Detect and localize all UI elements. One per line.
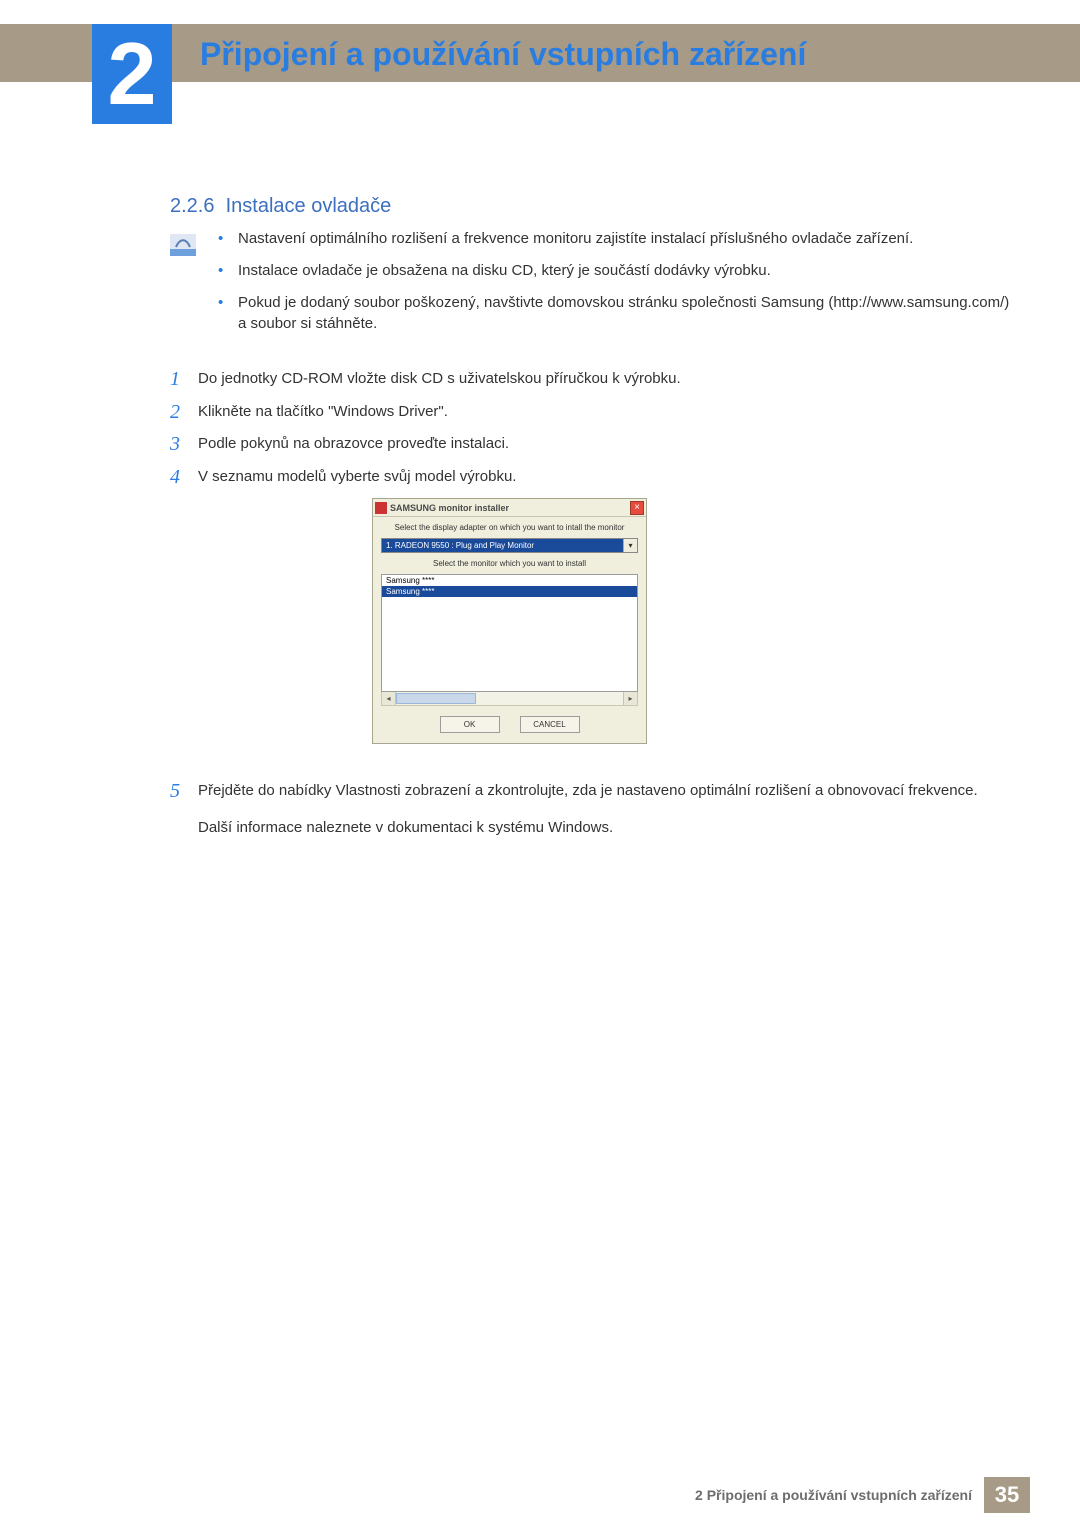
close-icon: ×: [634, 503, 640, 513]
step-text: Podle pokynů na obrazovce proveďte insta…: [198, 433, 1010, 456]
chapter-title: Připojení a používání vstupních zařízení: [200, 36, 806, 73]
step-3: 3 Podle pokynů na obrazovce proveďte ins…: [170, 433, 1010, 456]
installer-dialog: SAMSUNG monitor installer × Select the d…: [372, 498, 647, 744]
step-2: 2 Klikněte na tlačítko "Windows Driver".: [170, 401, 1010, 424]
installer-titlebar: SAMSUNG monitor installer ×: [373, 499, 646, 517]
step-4: 4 V seznamu modelů vyberte svůj model vý…: [170, 466, 1010, 489]
section-number: 2.2.6: [170, 195, 214, 217]
note-icon: [170, 234, 196, 256]
step-number: 4: [170, 466, 198, 489]
adapter-select-label: Select the display adapter on which you …: [381, 523, 638, 532]
list-item[interactable]: Samsung ****: [382, 575, 637, 586]
step-text: Přejděte do nabídky Vlastnosti zobrazení…: [198, 780, 1010, 839]
step-text: V seznamu modelů vyberte svůj model výro…: [198, 466, 1010, 489]
footer-chapter-label: 2 Připojení a používání vstupních zaříze…: [695, 1487, 972, 1503]
adapter-select[interactable]: 1. RADEON 9550 : Plug and Play Monitor ▾: [381, 538, 638, 553]
note-item: Nastavení optimálního rozlišení a frekve…: [218, 228, 1010, 250]
note-item: Instalace ovladače je obsažena na disku …: [218, 260, 1010, 282]
step-1: 1 Do jednotky CD-ROM vložte disk CD s už…: [170, 368, 1010, 391]
monitor-list[interactable]: Samsung **** Samsung ****: [381, 574, 638, 692]
chapter-badge: 2: [92, 24, 172, 124]
step-5: 5 Přejděte do nabídky Vlastnosti zobraze…: [170, 780, 1010, 849]
monitor-select-label: Select the monitor which you want to ins…: [381, 559, 638, 568]
adapter-select-value: 1. RADEON 9550 : Plug and Play Monitor: [386, 541, 534, 550]
cancel-button[interactable]: CANCEL: [520, 716, 580, 733]
page-footer: 2 Připojení a používání vstupních zaříze…: [695, 1477, 1030, 1513]
step-extra-text: Další informace naleznete v dokumentaci …: [198, 817, 1010, 840]
list-item[interactable]: Samsung ****: [382, 586, 637, 597]
scroll-right-icon[interactable]: ▸: [623, 692, 637, 705]
close-button[interactable]: ×: [630, 501, 644, 515]
horizontal-scrollbar[interactable]: ◂ ▸: [381, 692, 638, 706]
installer-logo-icon: [375, 502, 387, 514]
note-box: Nastavení optimálního rozlišení a frekve…: [170, 228, 1010, 345]
scroll-left-icon[interactable]: ◂: [382, 692, 396, 705]
step-number: 2: [170, 401, 198, 424]
note-item: Pokud je dodaný soubor poškozený, navšti…: [218, 292, 1010, 336]
step-number: 5: [170, 780, 198, 839]
chevron-down-icon: ▾: [623, 539, 637, 552]
step-number: 3: [170, 433, 198, 456]
steps-list: 1 Do jednotky CD-ROM vložte disk CD s už…: [170, 368, 1010, 498]
page-number: 35: [984, 1477, 1030, 1513]
step-text: Do jednotky CD-ROM vložte disk CD s uživ…: [198, 368, 1010, 391]
section-heading: 2.2.6 Instalace ovladače: [170, 195, 391, 218]
chapter-number: 2: [108, 30, 157, 118]
note-list: Nastavení optimálního rozlišení a frekve…: [218, 228, 1010, 335]
step-text: Klikněte na tlačítko "Windows Driver".: [198, 401, 1010, 424]
scroll-thumb[interactable]: [396, 693, 476, 704]
ok-button[interactable]: OK: [440, 716, 500, 733]
section-title: Instalace ovladače: [226, 195, 392, 217]
installer-title: SAMSUNG monitor installer: [390, 503, 509, 513]
step-number: 1: [170, 368, 198, 391]
